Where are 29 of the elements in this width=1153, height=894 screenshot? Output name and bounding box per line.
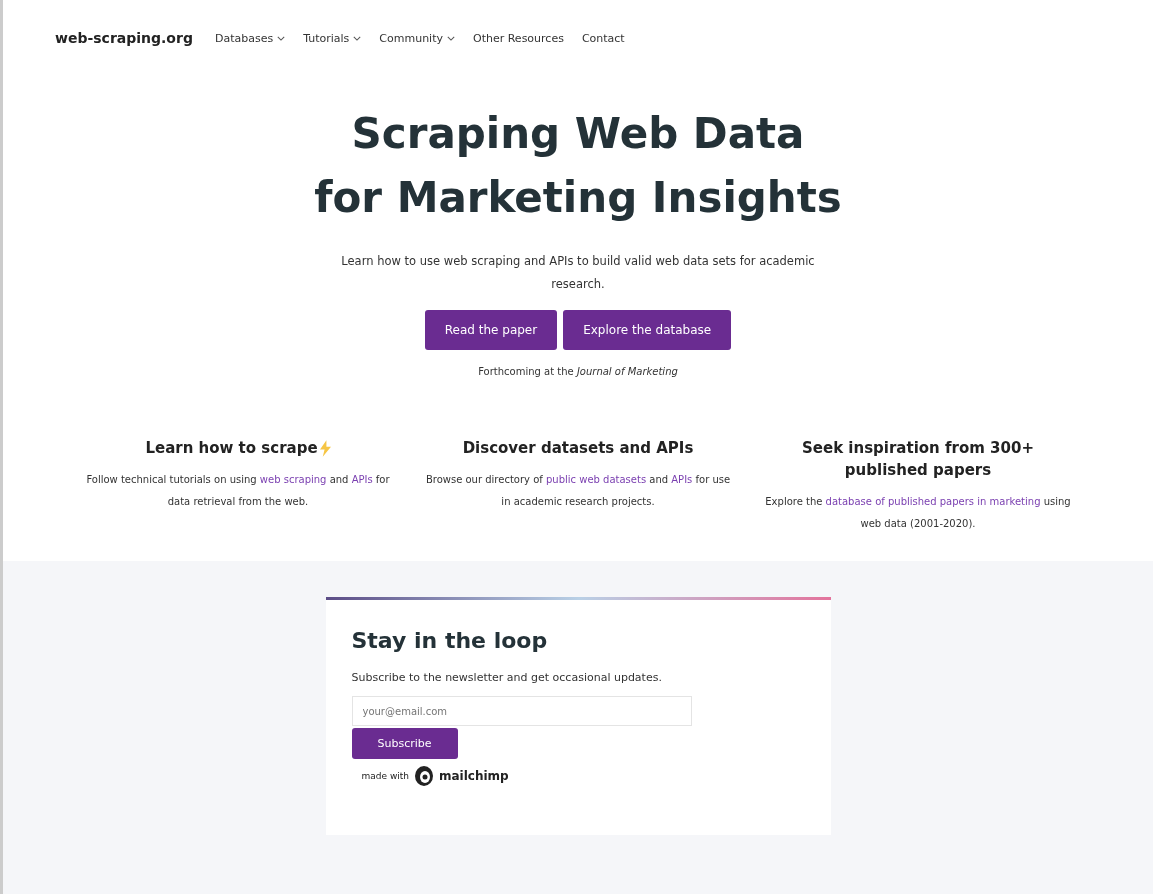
text-link[interactable]: APIs: [351, 474, 373, 485]
nav-link[interactable]: Other Resources: [473, 31, 564, 45]
hero-title: Scraping Web Data for Marketing Insights: [313, 108, 843, 224]
site-logo[interactable]: web-scraping.org: [55, 30, 193, 46]
cta-button[interactable]: Read the paper: [424, 310, 558, 350]
nav-link[interactable]: Databases: [214, 31, 286, 45]
chimp-icon: [414, 765, 434, 787]
subscribe-button[interactable]: Subscribe: [351, 728, 458, 759]
feature-title: Learn how to scrape: [145, 438, 318, 459]
nav-link[interactable]: Tutorials: [303, 31, 362, 45]
feature-text: Explore the database of published papers in marketing using web data (2001-2020).: [764, 495, 1072, 531]
text-link[interactable]: APIs: [671, 474, 693, 485]
email-field[interactable]: your@email.com: [351, 696, 692, 726]
newsletter-text: Subscribe to the newsletter and get occasional updates.: [351, 671, 663, 684]
hero-subtitle: Learn how to use web scraping and APIs to build valid web data sets for academic research.: [340, 253, 816, 293]
publication-note: Forthcoming at the Journal of Marketing: [477, 366, 679, 377]
text-link[interactable]: public web datasets: [545, 474, 647, 485]
nav-link[interactable]: Contact: [581, 31, 625, 45]
text-link[interactable]: web scraping: [259, 474, 327, 485]
nav-link[interactable]: Community: [379, 31, 455, 45]
feature-title: Discover datasets and APIs: [462, 438, 694, 459]
made-with-label: made with: [361, 771, 409, 781]
mailchimp-logo: mailchimp: [439, 769, 509, 783]
feature-title: Seek inspiration from 300+ published papers: [801, 438, 1035, 481]
newsletter-title: Stay in the loop: [351, 628, 549, 653]
text-link[interactable]: database of published papers in marketing: [825, 496, 1041, 507]
cta-button[interactable]: Explore the database: [563, 310, 732, 350]
feature-text: Browse our directory of public web datasets and APIs for use in academic research projects.: [424, 473, 732, 509]
feature-text: Follow technical tutorials on using web scraping and APIs for data retrieval from the web.: [85, 473, 391, 509]
